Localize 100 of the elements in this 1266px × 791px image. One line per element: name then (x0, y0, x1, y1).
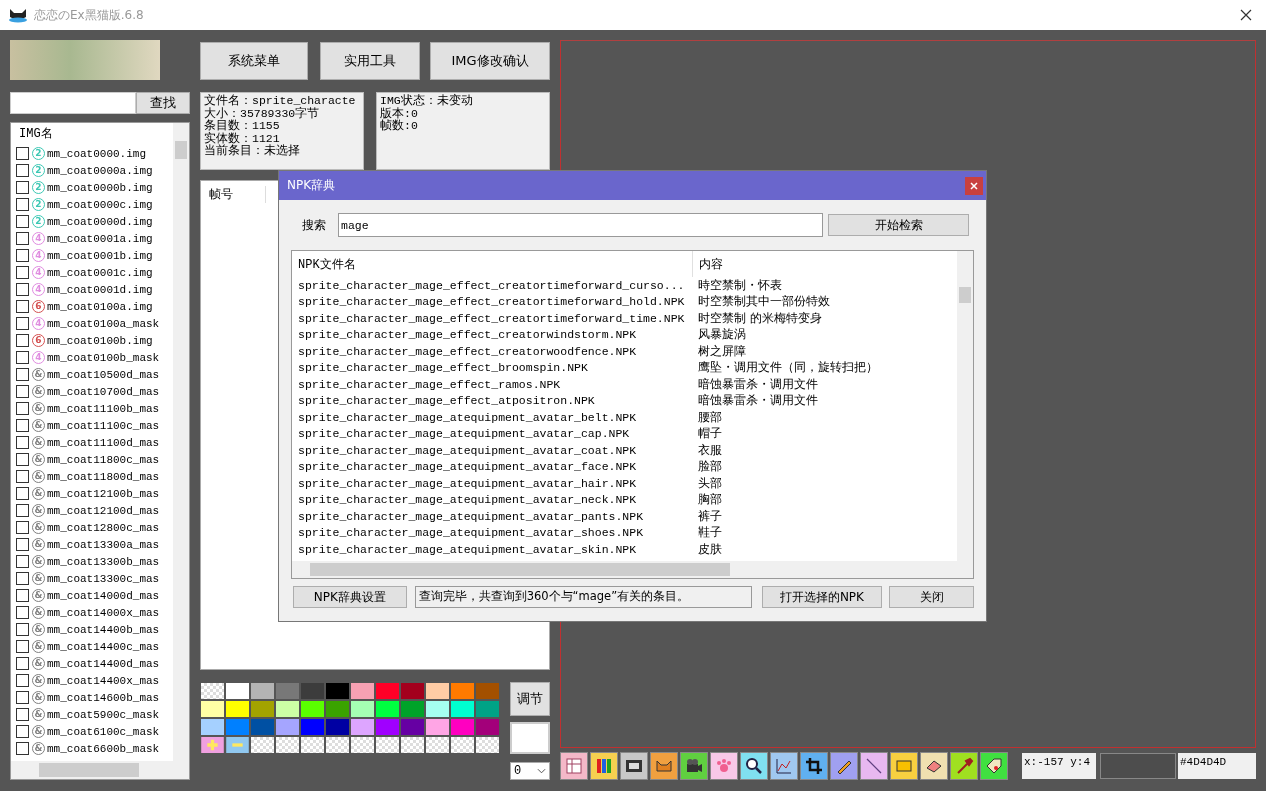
adjust-button[interactable]: 调节 (510, 682, 550, 716)
color-swatch[interactable] (351, 683, 374, 699)
empty-swatch[interactable] (451, 737, 474, 753)
color-swatch[interactable] (451, 719, 474, 735)
table-cell[interactable]: sprite_character_mage_effect_broomspin.NPK (298, 361, 692, 375)
table-cell[interactable]: 树之屏障 (692, 342, 746, 360)
empty-swatch[interactable] (376, 737, 399, 753)
close-button[interactable]: 关闭 (889, 586, 974, 608)
img-name[interactable]: mm_coat11800c_mas (47, 453, 160, 466)
empty-swatch[interactable] (301, 737, 324, 753)
vertical-scrollbar[interactable] (957, 251, 973, 561)
img-name[interactable]: mm_coat0001b.img (47, 249, 153, 262)
img-name[interactable]: mm_coat13300c_mas (47, 572, 160, 585)
img-name[interactable]: mm_coat0000c.img (47, 198, 153, 211)
empty-swatch[interactable] (201, 683, 224, 699)
table-cell[interactable]: 時空禁制・怀表 (692, 276, 782, 294)
empty-swatch[interactable] (326, 737, 349, 753)
checkbox[interactable] (16, 419, 29, 432)
table-cell[interactable]: 脸部 (692, 458, 722, 476)
color-swatch[interactable] (326, 701, 349, 717)
color-swatch[interactable] (451, 683, 474, 699)
color-swatch[interactable] (301, 683, 324, 699)
table-cell[interactable]: sprite_character_mage_atequipment_avatar_face.NPK (298, 460, 692, 474)
table-cell[interactable]: sprite_character_mage_effect_creatortimeforward_hold.NPK (298, 295, 692, 309)
rectangle-icon[interactable] (890, 752, 918, 780)
color-swatch[interactable] (426, 683, 449, 699)
checkbox[interactable] (16, 181, 29, 194)
camera-icon[interactable] (680, 752, 708, 780)
checkbox[interactable] (16, 657, 29, 670)
checkbox[interactable] (16, 147, 29, 160)
checkbox[interactable] (16, 725, 29, 738)
table-cell[interactable]: 帽子 (692, 425, 722, 443)
table-cell[interactable]: sprite_character_mage_atequipment_avatar_shoes.NPK (298, 526, 692, 540)
img-name[interactable]: mm_coat0100a.img (47, 300, 153, 313)
table-cell[interactable]: 时空禁制 的米梅特变身 (692, 309, 822, 327)
film-icon[interactable] (620, 752, 648, 780)
color-swatch[interactable] (376, 701, 399, 717)
checkbox[interactable] (16, 572, 29, 585)
img-name[interactable]: mm_coat12100b_mas (47, 487, 160, 500)
color-swatch[interactable] (476, 701, 499, 717)
plus-icon[interactable] (201, 737, 224, 753)
table-cell[interactable]: 鹰坠・调用文件（同，旋转扫把） (692, 359, 878, 377)
empty-swatch[interactable] (476, 737, 499, 753)
color-swatch[interactable] (301, 701, 324, 717)
checkbox[interactable] (16, 555, 29, 568)
color-swatch[interactable] (401, 701, 424, 717)
checkbox[interactable] (16, 402, 29, 415)
close-button[interactable] (965, 176, 983, 195)
checkbox[interactable] (16, 436, 29, 449)
color-bars-icon[interactable] (590, 752, 618, 780)
close-icon[interactable] (1240, 9, 1252, 21)
img-name[interactable]: mm_coat0100a_mask (47, 317, 160, 330)
img-name[interactable]: mm_coat14600b_mas (47, 691, 160, 704)
color-swatch[interactable] (301, 719, 324, 735)
color-swatch[interactable] (451, 701, 474, 717)
color-swatch[interactable] (426, 719, 449, 735)
vertical-scrollbar[interactable] (173, 123, 189, 761)
table-cell[interactable]: sprite_character_mage_atequipment_avatar_pants.NPK (298, 509, 692, 523)
checkbox[interactable] (16, 317, 29, 330)
img-name[interactable]: mm_coat11100d_mas (47, 436, 160, 449)
checkbox[interactable] (16, 538, 29, 551)
table-cell[interactable]: sprite_character_mage_atequipment_avatar_neck.NPK (298, 493, 692, 507)
checkbox[interactable] (16, 691, 29, 704)
checkbox[interactable] (16, 385, 29, 398)
table-cell[interactable]: sprite_character_mage_effect_creatortimeforward_time.NPK (298, 311, 692, 325)
empty-swatch[interactable] (351, 737, 374, 753)
empty-swatch[interactable] (401, 737, 424, 753)
img-name[interactable]: mm_coat14400c_mas (47, 640, 160, 653)
table-cell[interactable]: sprite_character_mage_effect_creatorwindstorm.NPK (298, 328, 692, 342)
checkbox[interactable] (16, 504, 29, 517)
table-cell[interactable]: 裤子 (692, 507, 722, 525)
color-swatch[interactable] (201, 719, 224, 735)
img-name[interactable]: mm_coat12800c_mas (47, 521, 160, 534)
open-selected-button[interactable]: 打开选择的NPK (761, 586, 883, 608)
search-icon[interactable] (740, 752, 768, 780)
img-name[interactable]: mm_coat10700d_mas (47, 385, 160, 398)
color-swatch[interactable] (426, 701, 449, 717)
checkbox[interactable] (16, 164, 29, 177)
checkbox[interactable] (16, 334, 29, 347)
empty-swatch[interactable] (276, 737, 299, 753)
dictionary-settings-button[interactable]: NPK辞典设置 (293, 586, 407, 608)
color-swatch[interactable] (326, 683, 349, 699)
table-cell[interactable]: 衣服 (692, 441, 722, 459)
color-swatch[interactable] (276, 719, 299, 735)
table-cell[interactable]: sprite_character_mage_effect_creatortimeforward_curso... (298, 278, 692, 292)
pencil-icon[interactable] (830, 752, 858, 780)
start-search-button[interactable]: 开始检索 (828, 214, 969, 236)
img-name[interactable]: mm_coat0000a.img (47, 164, 153, 177)
color-swatch[interactable] (201, 701, 224, 717)
table-cell[interactable]: 鞋子 (692, 524, 722, 542)
color-swatch[interactable] (276, 683, 299, 699)
horizontal-scrollbar[interactable] (11, 761, 189, 779)
img-name[interactable]: mm_coat11100c_mas (47, 419, 160, 432)
img-name[interactable]: mm_coat0001d.img (47, 283, 153, 296)
table-cell[interactable]: 胸部 (692, 491, 722, 509)
img-name[interactable]: mm_coat0100b.img (47, 334, 153, 347)
img-name[interactable]: mm_coat13300b_mas (47, 555, 160, 568)
color-swatch[interactable] (401, 719, 424, 735)
checkbox[interactable] (16, 249, 29, 262)
color-swatch[interactable] (226, 701, 249, 717)
